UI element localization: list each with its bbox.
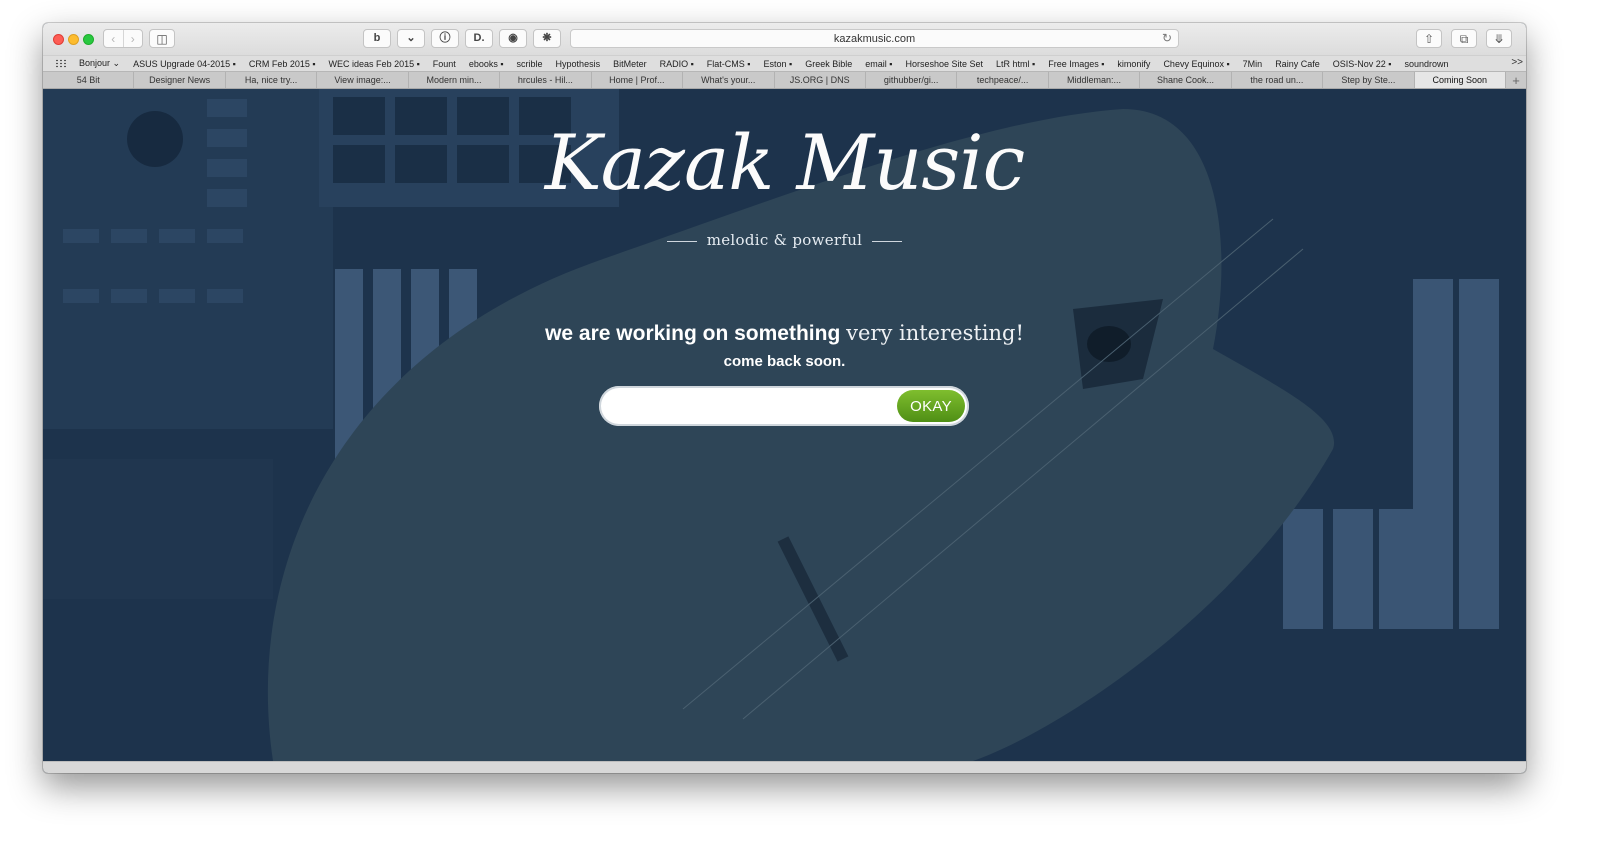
tab[interactable]: the road un...	[1232, 72, 1324, 88]
bookmark-item[interactable]: WEC ideas Feb 2015 ▪	[329, 59, 420, 69]
bookmark-item[interactable]: Hypothesis	[556, 59, 601, 69]
bookmark-item[interactable]: Eston ▪	[764, 59, 793, 69]
extension-b-button[interactable]: b	[363, 29, 391, 48]
headline-light: very interesting!	[846, 321, 1024, 345]
bookmark-item[interactable]: Flat-CMS ▪	[707, 59, 751, 69]
browser-toolbar: ‹ › ◫ b ⌄ ⓘ D. ◉ ❋ kazakmusic.com ↻ ⇧ ⧉ …	[43, 23, 1526, 55]
tab[interactable]: Ha, nice try...	[226, 72, 318, 88]
subline: come back soon.	[723, 353, 846, 370]
new-tab-button[interactable]: +	[1506, 72, 1526, 88]
zoom-window-button[interactable]	[83, 34, 94, 45]
tab[interactable]: Designer News	[134, 72, 226, 88]
tabs-icon: ⧉	[1459, 31, 1469, 46]
tabs-overview-button[interactable]: ⧉	[1451, 29, 1477, 48]
headline: we are working on something very interes…	[43, 321, 1526, 346]
history-nav: ‹ ›	[103, 29, 143, 48]
bookmark-item[interactable]: Free Images ▪	[1048, 59, 1104, 69]
bookmark-item[interactable]: kimonify	[1117, 59, 1150, 69]
bookmark-item[interactable]: Greek Bible	[805, 59, 852, 69]
email-input[interactable]	[613, 394, 897, 420]
coming-soon-page: Kazak Music melodic & powerful we are wo…	[43, 89, 1526, 761]
downloads-button[interactable]: ⤋	[1486, 29, 1512, 48]
minimize-window-button[interactable]	[68, 34, 79, 45]
tab[interactable]: Step by Ste...	[1323, 72, 1415, 88]
bookmark-item[interactable]: LtR html ▪	[996, 59, 1035, 69]
share-button[interactable]: ⇧	[1416, 29, 1442, 48]
tab[interactable]: JS.ORG | DNS	[775, 72, 866, 88]
tab[interactable]: githubber/gi...	[866, 72, 958, 88]
browser-window: ‹ › ◫ b ⌄ ⓘ D. ◉ ❋ kazakmusic.com ↻ ⇧ ⧉ …	[43, 23, 1526, 773]
pocket-icon: ⌄	[406, 32, 416, 44]
tab[interactable]: Modern min...	[409, 72, 501, 88]
tagline: melodic & powerful	[43, 231, 1526, 249]
ghost-icon: ◉	[508, 32, 518, 44]
bookmark-item[interactable]: Fount	[433, 59, 456, 69]
bookmark-item[interactable]: BitMeter	[613, 59, 647, 69]
evernote-button[interactable]: ❋	[533, 29, 561, 48]
download-icon: ⤋	[1493, 31, 1505, 46]
tagline-rule-left	[666, 240, 697, 242]
bookmark-item[interactable]: 7Min	[1243, 59, 1263, 69]
ghostery-button[interactable]: ◉	[499, 29, 527, 48]
sidebar-icon: ◫	[156, 31, 168, 46]
headline-bold: we are working on something	[545, 322, 841, 345]
tab[interactable]: Shane Cook...	[1140, 72, 1232, 88]
url-text: kazakmusic.com	[833, 32, 916, 45]
bookmark-item[interactable]: Horseshoe Site Set	[905, 59, 983, 69]
bookmark-item[interactable]: scrible	[517, 59, 543, 69]
bookmark-item[interactable]: CRM Feb 2015 ▪	[249, 59, 316, 69]
bookmark-item[interactable]: ebooks ▪	[469, 59, 504, 69]
bookmark-item[interactable]: ASUS Upgrade 04-2015 ▪	[133, 59, 236, 69]
tab[interactable]: hrcules - Hil...	[500, 72, 592, 88]
share-icon: ⇧	[1423, 31, 1435, 46]
elephant-icon: ❋	[542, 32, 552, 44]
okay-button[interactable]: OKAY	[897, 390, 965, 422]
bookmarks-bar: Bonjour ⌄ ASUS Upgrade 04-2015 ▪ CRM Feb…	[43, 55, 1526, 71]
extension-d-button[interactable]: D.	[465, 29, 493, 48]
tab[interactable]: 54 Bit	[43, 72, 135, 88]
close-window-button[interactable]	[53, 34, 64, 45]
tagline-rule-right	[872, 240, 903, 242]
tab-bar: 54 Bit Designer News Ha, nice try... Vie…	[43, 71, 1526, 89]
forward-icon[interactable]: ›	[124, 30, 143, 47]
tab[interactable]: Home | Prof...	[592, 72, 684, 88]
tagline-text: melodic & powerful	[706, 231, 863, 249]
bookmark-item[interactable]: soundrown	[1404, 59, 1448, 69]
password-manager-button[interactable]: ⓘ	[431, 29, 459, 48]
bookmark-item[interactable]: OSIS-Nov 22 ▪	[1333, 59, 1392, 69]
bookmarks-overflow-button[interactable]: >>	[1511, 57, 1523, 68]
bookmark-item[interactable]: email ▪	[865, 59, 892, 69]
sidebar-toggle-button[interactable]: ◫	[149, 29, 175, 48]
tab[interactable]: What's your...	[683, 72, 775, 88]
tab[interactable]: techpeace/...	[957, 72, 1049, 88]
grid-icon[interactable]	[55, 59, 67, 68]
info-circle-icon: ⓘ	[439, 32, 451, 44]
signup-form: OKAY	[599, 386, 969, 426]
site-logo: Kazak Music	[544, 118, 1025, 207]
pocket-button[interactable]: ⌄	[397, 29, 425, 48]
window-bottom-edge	[43, 761, 1526, 773]
address-bar[interactable]: kazakmusic.com ↻	[570, 29, 1179, 48]
tab[interactable]: Middleman:...	[1049, 72, 1141, 88]
tab-active[interactable]: Coming Soon	[1414, 72, 1506, 88]
d-logo-icon: D.	[473, 32, 485, 44]
bookmark-item[interactable]: Rainy Cafe	[1275, 59, 1320, 69]
reload-icon[interactable]: ↻	[1162, 31, 1172, 45]
bookmark-item[interactable]: Chevy Equinox ▪	[1163, 59, 1229, 69]
bookmark-item[interactable]: Bonjour ⌄	[79, 58, 120, 69]
bookmark-item[interactable]: RADIO ▪	[660, 59, 694, 69]
tab[interactable]: View image:...	[317, 72, 409, 88]
b-logo-icon: b	[373, 32, 381, 44]
back-icon[interactable]: ‹	[104, 30, 124, 47]
